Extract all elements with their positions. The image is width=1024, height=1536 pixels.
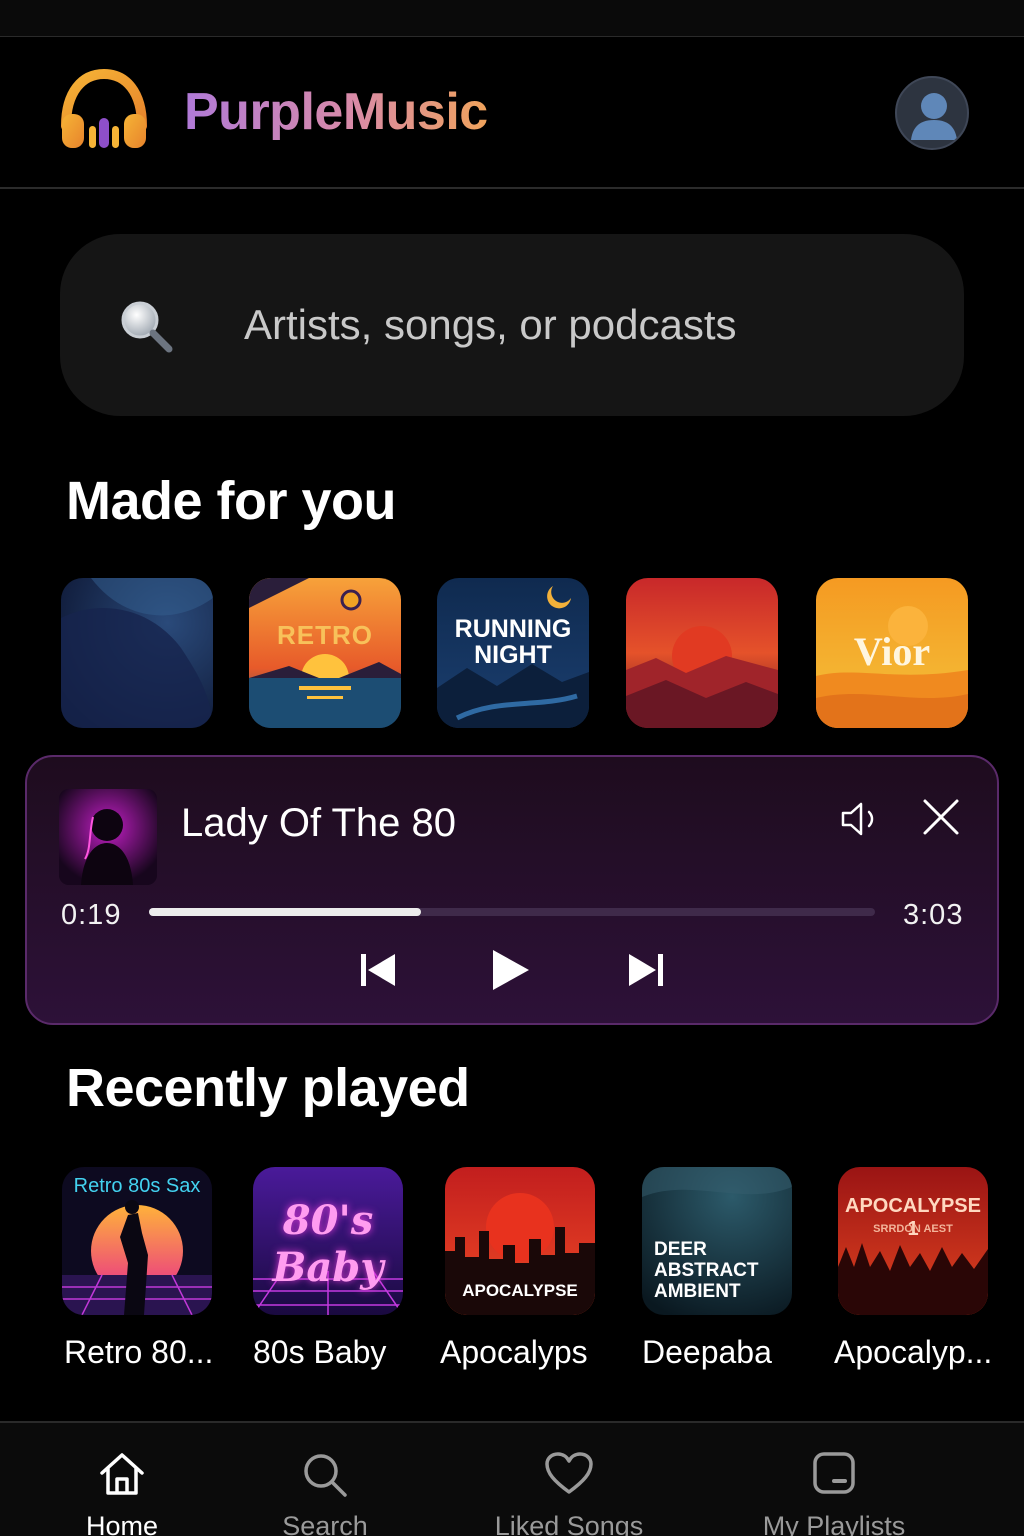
skip-forward-icon	[629, 954, 663, 986]
nav-label-my-playlists: My Playlists	[762, 1511, 906, 1536]
nav-item-liked-songs[interactable]: Liked Songs	[444, 1423, 694, 1536]
made-for-you-heading: Made for you	[66, 471, 397, 531]
next-button[interactable]	[623, 947, 669, 993]
heart-icon	[545, 1452, 593, 1494]
previous-button[interactable]	[355, 947, 401, 993]
now-playing-title: Lady Of The 80	[181, 801, 456, 845]
made-for-you-tile-3[interactable]: RUNNING NIGHT	[437, 578, 589, 728]
recent-item-label-1[interactable]: Retro 80...	[64, 1334, 213, 1371]
nav-item-my-playlists[interactable]: My Playlists	[709, 1423, 959, 1536]
search-icon	[116, 296, 176, 356]
search-icon	[304, 1454, 347, 1497]
made-for-you-tile-1[interactable]	[61, 578, 213, 728]
progress-bar[interactable]	[149, 908, 875, 916]
progress-fill	[149, 908, 422, 916]
play-button[interactable]	[487, 947, 533, 993]
retro-sunset-art	[249, 578, 401, 728]
apocalypse-art-text: APOCALYPSE	[462, 1281, 578, 1300]
user-icon	[911, 93, 957, 140]
running-night-line1: RUNNING	[454, 615, 572, 643]
recent-item-label-4[interactable]: Deepaba	[642, 1334, 772, 1371]
app-header: PurpleMusic	[0, 38, 1024, 189]
elapsed-time: 0:19	[61, 899, 122, 931]
abstract-blue-art	[61, 578, 213, 728]
deep-ambient-art-text: DEER ABSTRACT AMBIENT	[654, 1239, 792, 1302]
apocalypse-1-art-subtext: SRRDON AEST	[873, 1223, 953, 1235]
recent-item-label-5[interactable]: Apocalyp...	[834, 1334, 992, 1371]
recent-tile-5[interactable]: APOCALYPSE 1 SRRDON AEST	[838, 1167, 988, 1315]
recent-tile-2[interactable]: 80's Baby	[253, 1167, 403, 1315]
made-for-you-tile-5[interactable]: Vior	[816, 578, 968, 728]
made-for-you-tile-2[interactable]: RETRO	[249, 578, 401, 728]
search-bar[interactable]	[60, 234, 964, 416]
deep-ambient-line1: DEER	[654, 1239, 707, 1260]
running-night-line2: NIGHT	[474, 641, 552, 669]
app-title: PurpleMusic	[184, 83, 488, 141]
playlist-icon	[813, 1452, 855, 1494]
volume-icon[interactable]	[839, 797, 883, 841]
profile-avatar[interactable]	[895, 76, 969, 150]
red-sunset-mountains-art	[626, 578, 778, 728]
nav-label-liked-songs: Liked Songs	[494, 1511, 644, 1536]
deep-ambient-line2: ABSTRACT	[654, 1260, 759, 1281]
play-icon	[493, 950, 529, 990]
vior-tile-text: Vior	[853, 629, 931, 674]
nav-item-search[interactable]: Search	[200, 1423, 450, 1536]
running-night-tile-text: RUNNING NIGHT	[437, 616, 589, 668]
recent-item-label-2[interactable]: 80s Baby	[253, 1334, 386, 1371]
deep-ambient-line3: AMBIENT	[654, 1281, 741, 1302]
now-playing-artwork	[59, 789, 157, 885]
woman-silhouette-art	[59, 789, 157, 885]
search-input[interactable]	[244, 290, 924, 360]
recent-tile-4[interactable]: DEER ABSTRACT AMBIENT	[642, 1167, 792, 1315]
home-icon	[100, 1453, 144, 1495]
retro-sax-art-text: Retro 80s Sax	[73, 1175, 201, 1197]
recent-item-label-3[interactable]: Apocalyps	[440, 1334, 588, 1371]
80s-baby-art-text: 80's Baby	[272, 1197, 384, 1291]
headphones-logo-icon	[58, 68, 150, 152]
skip-back-icon	[361, 954, 395, 986]
bottom-nav: Home Search Liked Songs My Playlists	[0, 1421, 1024, 1536]
now-playing-card[interactable]: Lady Of The 80 0:19 3:03	[25, 755, 999, 1025]
apocalypse-1-art	[838, 1167, 988, 1315]
close-icon[interactable]	[921, 797, 961, 837]
status-bar	[0, 0, 1024, 37]
nav-label-search: Search	[282, 1511, 368, 1536]
retro-tile-text: RETRO	[277, 620, 373, 650]
recently-played-heading: Recently played	[66, 1058, 470, 1118]
made-for-you-tile-4[interactable]	[626, 578, 778, 728]
total-time: 3:03	[903, 899, 964, 931]
recent-tile-3[interactable]: APOCALYPSE	[445, 1167, 595, 1315]
recent-tile-1[interactable]: Retro 80s Sax	[62, 1167, 212, 1315]
